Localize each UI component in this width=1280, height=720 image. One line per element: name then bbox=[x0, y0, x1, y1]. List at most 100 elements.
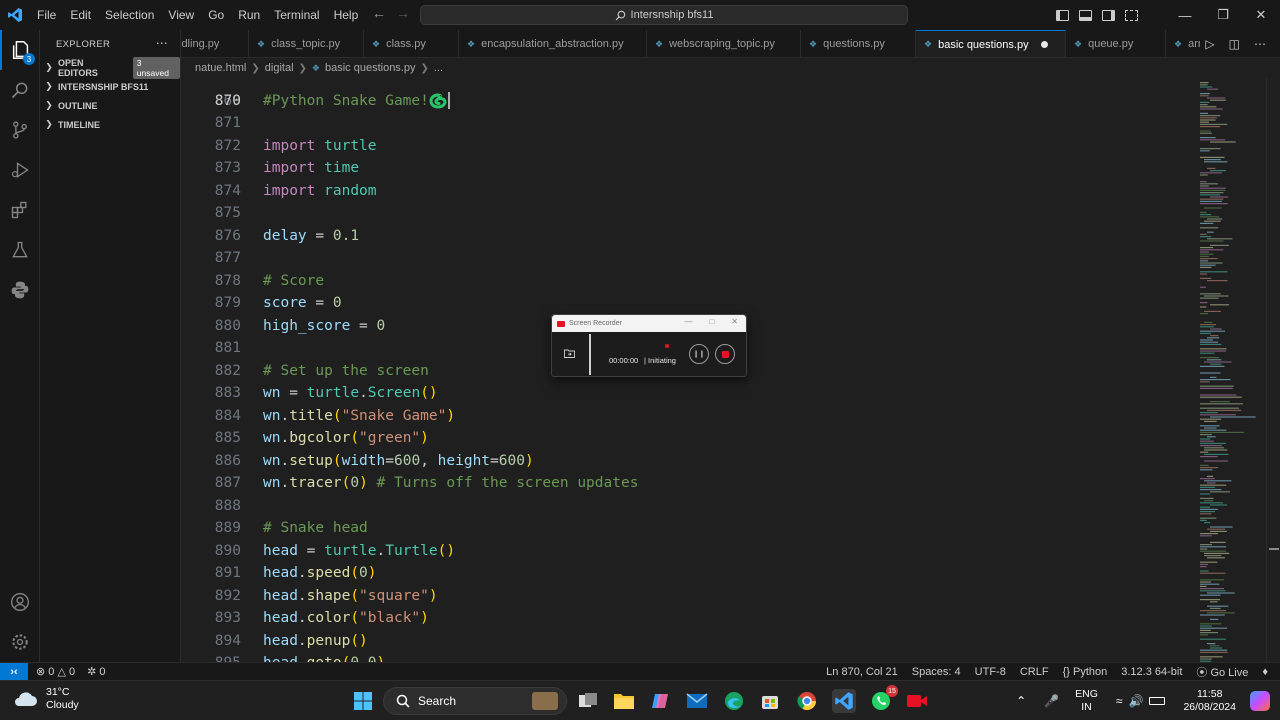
edge-button[interactable] bbox=[722, 689, 746, 713]
scrollbar-thumb[interactable] bbox=[1269, 548, 1279, 550]
minimap-line bbox=[1200, 594, 1221, 596]
menu-go[interactable]: Go bbox=[201, 0, 231, 30]
run-python-icon[interactable]: ▷ bbox=[1205, 37, 1214, 51]
tab-queue[interactable]: ❖ queue.py bbox=[1066, 30, 1166, 57]
chrome-button[interactable] bbox=[795, 689, 819, 713]
extensions-activity[interactable] bbox=[0, 190, 40, 230]
show-hidden-icons-icon[interactable]: ⌃ bbox=[1016, 694, 1026, 708]
battery-icon[interactable] bbox=[1149, 697, 1166, 705]
copilot-tray-icon[interactable] bbox=[1250, 691, 1270, 711]
forward-arrow-icon[interactable]: → bbox=[396, 5, 410, 21]
vertical-scrollbar[interactable] bbox=[1266, 78, 1280, 662]
breadcrumb-item[interactable]: basic questions.py bbox=[325, 62, 416, 74]
explorer-activity[interactable]: 3 bbox=[0, 30, 40, 70]
maximize-icon[interactable]: □ bbox=[709, 317, 714, 326]
stop-button[interactable] bbox=[715, 344, 735, 364]
recorder-titlebar[interactable]: Screen Recorder — □ ✕ bbox=[552, 315, 746, 332]
problems-indicator[interactable]: ⊗ 0 △ 0 bbox=[36, 665, 75, 678]
manage-activity[interactable] bbox=[0, 622, 40, 662]
command-center-search[interactable]: Intersnship bfs11 bbox=[420, 5, 908, 25]
run-debug-activity[interactable] bbox=[0, 150, 40, 190]
section-timeline[interactable]: ❯ TIMELINE bbox=[40, 115, 180, 134]
minimap[interactable] bbox=[1196, 78, 1266, 662]
toggle-panel-icon[interactable] bbox=[1079, 9, 1092, 21]
toggle-secondary-sidebar-icon[interactable] bbox=[1102, 9, 1115, 21]
source-control-activity[interactable] bbox=[0, 110, 40, 150]
menu-selection[interactable]: Selection bbox=[98, 0, 161, 30]
split-editor-icon[interactable]: ◫ bbox=[1229, 37, 1240, 51]
store-button[interactable] bbox=[758, 689, 782, 713]
menu-help[interactable]: Help bbox=[327, 0, 366, 30]
start-button[interactable] bbox=[351, 689, 375, 713]
tab-questions[interactable]: ❖ questions.py bbox=[801, 30, 916, 57]
encoding[interactable]: UTF-8 bbox=[975, 666, 1006, 678]
tab-class[interactable]: ❖ class.py bbox=[364, 30, 459, 57]
code-token: = bbox=[385, 452, 394, 469]
taskbar-search-label: Search bbox=[418, 694, 457, 708]
back-arrow-icon[interactable]: ← bbox=[372, 5, 386, 21]
python-activity[interactable] bbox=[0, 270, 40, 310]
file-explorer-button[interactable] bbox=[612, 689, 636, 713]
tab-encapsulation[interactable]: ❖ encapsulation_abstraction.py bbox=[459, 30, 647, 57]
unsaved-dot-icon[interactable] bbox=[1040, 41, 1048, 48]
go-live-button[interactable]: ⦿ Go Live bbox=[1196, 664, 1248, 680]
section-open-editors[interactable]: ❯ OPEN EDITORS 3 unsaved bbox=[40, 56, 180, 79]
menu-file[interactable]: File bbox=[30, 0, 63, 30]
mail-button[interactable] bbox=[685, 689, 709, 713]
microphone-icon[interactable]: 🎤 bbox=[1044, 694, 1059, 708]
wifi-icon[interactable]: ≈ bbox=[1116, 694, 1123, 708]
ports-indicator[interactable]: ✲ 0 bbox=[87, 665, 105, 678]
remote-indicator[interactable]: ›‹ bbox=[0, 662, 28, 681]
menu-edit[interactable]: Edit bbox=[63, 0, 98, 30]
tab-class-topic[interactable]: ❖ class_topic.py bbox=[249, 30, 364, 57]
copilot-button[interactable] bbox=[648, 689, 672, 713]
taskbar-search[interactable]: Search bbox=[383, 687, 567, 715]
python-interpreter[interactable]: 3.12.3 64-bit bbox=[1121, 666, 1182, 678]
testing-activity[interactable] bbox=[0, 230, 40, 270]
language-mode[interactable]: {} Python bbox=[1063, 666, 1108, 678]
menu-terminal[interactable]: Terminal bbox=[267, 0, 326, 30]
code-text: wn = turtle.Screen() bbox=[263, 382, 438, 405]
section-outline[interactable]: ❯ OUTLINE bbox=[40, 96, 180, 115]
weather-widget[interactable]: 31°C Cloudy bbox=[12, 686, 79, 712]
minimap-line bbox=[1200, 260, 1208, 262]
menu-view[interactable]: View bbox=[161, 0, 201, 30]
code-token: ) bbox=[420, 430, 429, 446]
folder-icon[interactable] bbox=[562, 346, 576, 360]
accounts-activity[interactable] bbox=[0, 582, 40, 622]
clock[interactable]: 11:58 26/08/2024 bbox=[1183, 688, 1236, 714]
close-icon[interactable]: ✕ bbox=[731, 317, 738, 326]
section-workspace[interactable]: ❯ INTERSNSHIP BFS11 bbox=[40, 77, 180, 96]
restore-button[interactable]: ❐ bbox=[1204, 0, 1242, 30]
pause-button[interactable]: ❙❙ bbox=[689, 344, 709, 364]
menu-run[interactable]: Run bbox=[231, 0, 267, 30]
cursor-position[interactable]: Ln 870, Col 21 bbox=[826, 666, 898, 678]
screen-recorder-taskbar-button[interactable] bbox=[905, 689, 929, 713]
breadcrumb-item[interactable]: ... bbox=[434, 62, 443, 74]
breadcrumb-item[interactable]: natue.html bbox=[195, 62, 246, 74]
code-token: , bbox=[359, 655, 368, 662]
search-activity[interactable] bbox=[0, 70, 40, 110]
screen-recorder-window[interactable]: Screen Recorder — □ ✕ 00:00:00 | Initiat… bbox=[551, 314, 747, 377]
close-button[interactable]: ✕ bbox=[1242, 0, 1280, 30]
indentation[interactable]: Spaces: 4 bbox=[912, 666, 961, 678]
tab-idling[interactable]: idling.py bbox=[181, 30, 249, 57]
more-actions-icon[interactable]: ⋯ bbox=[1254, 37, 1266, 51]
minimap-line bbox=[1200, 233, 1207, 235]
customize-layout-icon[interactable] bbox=[1125, 9, 1138, 21]
minimize-icon[interactable]: — bbox=[684, 317, 692, 326]
minimap-line bbox=[1200, 533, 1218, 535]
tab-basic-questions[interactable]: ❖ basic questions.py bbox=[916, 30, 1066, 57]
notifications-bell-icon[interactable]: ♦ bbox=[1262, 666, 1268, 678]
line-ending[interactable]: CRLF bbox=[1020, 666, 1049, 678]
whatsapp-button[interactable]: 15 bbox=[869, 685, 898, 713]
breadcrumb-item[interactable]: digital bbox=[265, 62, 294, 74]
input-language[interactable]: ENG IN bbox=[1075, 688, 1098, 714]
toggle-primary-sidebar-icon[interactable] bbox=[1056, 9, 1069, 21]
minimize-button[interactable]: — bbox=[1166, 0, 1204, 30]
vscode-taskbar-button[interactable] bbox=[832, 689, 856, 713]
task-view-button[interactable] bbox=[576, 689, 600, 713]
more-actions-icon[interactable]: ⋯ bbox=[156, 36, 168, 50]
volume-icon[interactable]: 🔊 bbox=[1128, 694, 1143, 708]
tab-webscraping[interactable]: ❖ webscraping_topic.py bbox=[647, 30, 801, 57]
